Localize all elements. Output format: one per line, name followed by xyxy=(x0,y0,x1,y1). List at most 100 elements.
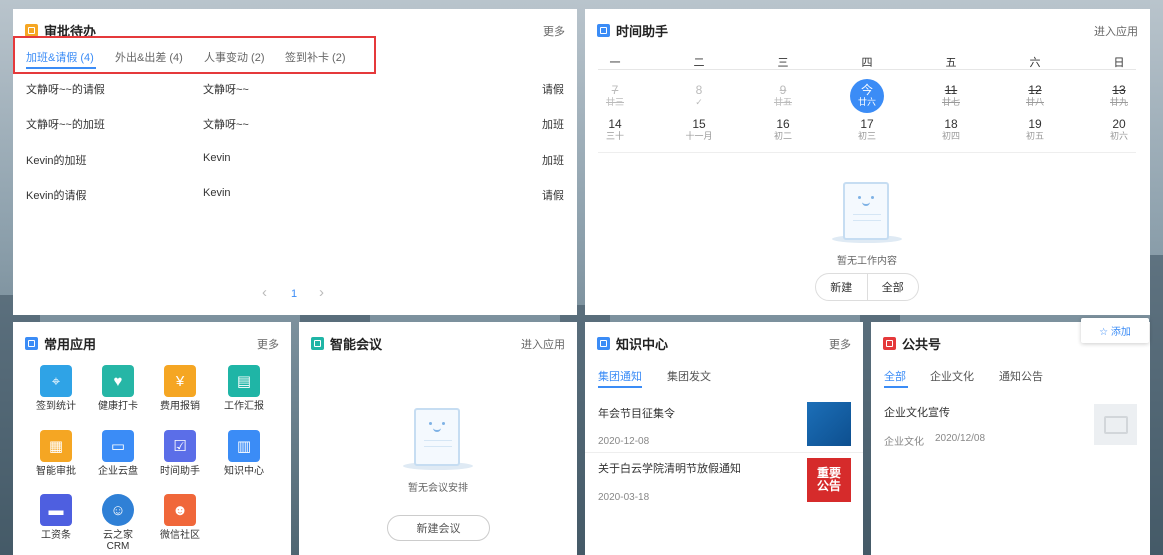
post-title[interactable]: 企业文化宣传 xyxy=(884,404,950,420)
add-widget-button[interactable]: ☆ 添加 xyxy=(1081,318,1149,343)
active-tab-underline xyxy=(598,386,642,388)
yen-icon: ¥ xyxy=(164,365,196,397)
weekday-thu: 四 xyxy=(861,57,873,69)
time-helper-actions: 新建 全部 xyxy=(815,273,919,301)
app-expense[interactable]: ¥ 费用报销 xyxy=(149,365,211,412)
app-time-helper[interactable]: ☑ 时间助手 xyxy=(149,430,211,477)
calendar-day[interactable]: 14 三十 xyxy=(598,117,632,141)
news-date: 2020-12-08 xyxy=(598,436,650,447)
active-tab-underline xyxy=(884,386,908,388)
important-notice-thumbnail[interactable]: 重要公告 xyxy=(807,458,851,502)
tab-signin-correction[interactable]: 签到补卡 (2) xyxy=(285,49,346,65)
calendar-check-icon: ☑ xyxy=(164,430,196,462)
app-knowledge[interactable]: ▥ 知识中心 xyxy=(213,430,275,477)
approval-card: 审批待办 更多 加班&请假 (4) 外出&出差 (4) 人事变动 (2) 签到补… xyxy=(13,9,577,315)
pager-next-icon[interactable]: › xyxy=(319,284,324,301)
empty-document-icon xyxy=(843,182,889,240)
new-task-button[interactable]: 新建 xyxy=(816,274,867,300)
weekday-fri: 五 xyxy=(945,57,957,69)
app-health-checkin[interactable]: ♥ 健康打卡 xyxy=(87,365,149,412)
common-apps-card: 常用应用 更多 ⌖ 签到统计 ♥ 健康打卡 ¥ 费用报销 ▤ 工作汇报 ▦ 智能审批 ▭ 企… xyxy=(13,322,291,555)
public-title: 公共号 xyxy=(883,334,941,353)
news-thumbnail[interactable] xyxy=(807,402,851,446)
all-tasks-button[interactable]: 全部 xyxy=(866,274,919,300)
grid-icon xyxy=(25,337,38,350)
approval-row-person: 文静呀~~ xyxy=(203,119,249,131)
calendar-day[interactable]: 15 十一月 xyxy=(678,117,720,141)
app-signin-stats[interactable]: ⌖ 签到统计 xyxy=(25,365,87,412)
approval-row-type: 请假 xyxy=(542,190,564,202)
time-helper-enter-link[interactable]: 进入应用 xyxy=(1094,23,1138,39)
smart-meeting-card: 智能会议 进入应用 暂无会议安排 新建会议 xyxy=(299,322,577,555)
tab-personnel-change[interactable]: 人事变动 (2) xyxy=(204,49,265,65)
tab-group-documents[interactable]: 集团发文 xyxy=(667,368,711,384)
tab-group-notice[interactable]: 集团通知 xyxy=(598,368,642,384)
app-cloud-drive[interactable]: ▭ 企业云盘 xyxy=(87,430,149,477)
payslip-icon: ▬ xyxy=(40,494,72,526)
calendar-day[interactable]: 18 初四 xyxy=(934,117,968,141)
approval-row-person: Kevin xyxy=(203,152,231,164)
public-account-icon xyxy=(883,337,896,350)
app-smart-approval[interactable]: ▦ 智能审批 xyxy=(25,430,87,477)
tab-all[interactable]: 全部 xyxy=(884,368,906,384)
tab-notice-announcements[interactable]: 通知公告 xyxy=(999,368,1043,384)
knowledge-center-card: 知识中心 更多 集团通知 集团发文 年会节目征集令 2020-12-08 关于白… xyxy=(585,322,863,555)
app-payslip[interactable]: ▬ 工资条 xyxy=(25,494,87,541)
meeting-enter-link[interactable]: 进入应用 xyxy=(521,336,565,352)
approval-row-type: 加班 xyxy=(542,155,564,167)
pager-page-1[interactable]: 1 xyxy=(291,288,297,300)
calendar-bottom-divider xyxy=(598,152,1136,153)
pager-prev-icon[interactable]: ‹ xyxy=(262,284,267,301)
approval-row-name: 文静呀~~的加班 xyxy=(26,119,105,131)
heartbeat-icon: ♥ xyxy=(102,365,134,397)
tab-overtime-leave[interactable]: 加班&请假 (4) xyxy=(26,49,94,65)
public-account-card: 公共号 全部 企业文化 通知公告 企业文化宣传 企业文化 2020/12/08 xyxy=(871,322,1150,555)
news-divider xyxy=(585,452,863,453)
approval-row-type: 加班 xyxy=(542,119,564,131)
approval-row-name: Kevin的加班 xyxy=(26,155,87,167)
empty-message: 暂无会议安排 xyxy=(408,483,468,494)
news-title[interactable]: 关于白云学院清明节放假通知 xyxy=(598,460,741,476)
apps-more-link[interactable]: 更多 xyxy=(257,336,279,352)
community-people-icon: ☻ xyxy=(164,494,196,526)
new-meeting-button[interactable]: 新建会议 xyxy=(387,515,490,541)
empty-document-icon xyxy=(414,408,460,466)
knowledge-more-link[interactable]: 更多 xyxy=(829,336,851,352)
book-icon xyxy=(597,337,610,350)
news-title[interactable]: 年会节目征集令 xyxy=(598,405,675,421)
post-date: 2020/12/08 xyxy=(935,433,986,444)
app-work-report[interactable]: ▤ 工作汇报 xyxy=(213,365,275,412)
crm-person-icon: ☺ xyxy=(102,494,134,526)
calendar-day[interactable]: 12 廿八 xyxy=(1018,83,1052,107)
approval-doc-icon: ▦ xyxy=(40,430,72,462)
approval-row-person: Kevin xyxy=(203,187,231,199)
calendar-day[interactable]: 13 廿九 xyxy=(1102,83,1136,107)
approval-more-link[interactable]: 更多 xyxy=(543,23,565,39)
calendar-icon xyxy=(597,24,610,37)
calendar-day[interactable]: 20 初六 xyxy=(1102,117,1136,141)
calendar-day[interactable]: 19 初五 xyxy=(1018,117,1052,141)
app-wechat-community[interactable]: ☻ 微信社区 xyxy=(149,494,211,541)
calendar-day[interactable]: 7 廿三 xyxy=(598,83,632,107)
approval-row-name: Kevin的请假 xyxy=(26,190,87,202)
approval-row-name: 文静呀~~的请假 xyxy=(26,84,105,96)
calendar-day[interactable]: 17 初三 xyxy=(850,117,884,141)
active-tab-underline xyxy=(26,67,96,69)
calendar-day[interactable]: 9 廿五 xyxy=(766,83,800,107)
tab-corporate-culture[interactable]: 企业文化 xyxy=(930,368,974,384)
calendar-divider xyxy=(598,69,1136,70)
calendar-day[interactable]: 11 廿七 xyxy=(934,83,968,107)
calendar-day-today[interactable]: 今廿六 xyxy=(850,79,884,113)
post-category: 企业文化 xyxy=(884,437,924,448)
meeting-icon xyxy=(311,337,324,350)
folder-icon: ▭ xyxy=(102,430,134,462)
calendar-day[interactable]: 16 初二 xyxy=(766,117,800,141)
book-icon: ▥ xyxy=(228,430,260,462)
empty-message: 暂无工作内容 xyxy=(837,256,897,267)
calendar-day[interactable]: 8 ✓ xyxy=(682,83,716,107)
tab-out-trip[interactable]: 外出&出差 (4) xyxy=(115,49,183,65)
weekday-sat: 六 xyxy=(1029,57,1041,69)
approval-row-type: 请假 xyxy=(542,84,564,96)
weekday-mon: 一 xyxy=(609,57,621,69)
app-crm[interactable]: ☺ 云之家CRM xyxy=(87,494,149,552)
